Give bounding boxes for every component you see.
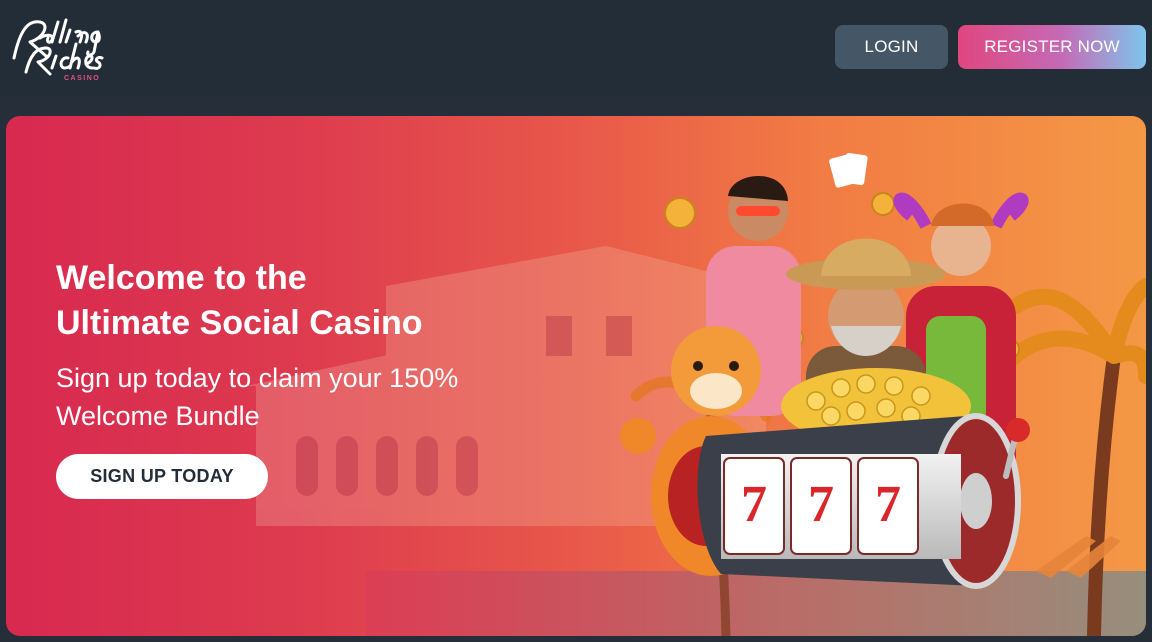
slot-machine-icon: 7 7 7	[697, 413, 1030, 589]
top-header: CASINO LOGIN REGISTER NOW	[0, 0, 1152, 96]
hero-title-line: Welcome to the	[56, 259, 307, 297]
playing-cards-icon	[829, 153, 868, 188]
hero-title-line: Ultimate Social Casino	[56, 304, 423, 342]
rolling-riches-logo[interactable]: CASINO	[6, 12, 124, 84]
hero-title: Welcome to the Ultimate Social Casino	[56, 256, 616, 346]
sign-up-today-button[interactable]: SIGN UP TODAY	[56, 454, 268, 499]
hero-subtitle-line: Welcome Bundle	[56, 401, 260, 431]
hero-banner: 7 7 7 Welcome to the Ultimate Social Cas…	[6, 116, 1146, 636]
hero-subtitle: Sign up today to claim your 150% Welcome…	[56, 359, 596, 435]
reel-symbol: 7	[875, 476, 901, 533]
reel-symbol: 7	[808, 476, 834, 533]
register-now-button[interactable]: REGISTER NOW	[958, 25, 1146, 69]
login-button[interactable]: LOGIN	[835, 25, 948, 69]
reel-symbol: 7	[741, 476, 767, 533]
hero-subtitle-line: Sign up today to claim your 150%	[56, 363, 459, 393]
logo-subtext: CASINO	[64, 75, 100, 82]
